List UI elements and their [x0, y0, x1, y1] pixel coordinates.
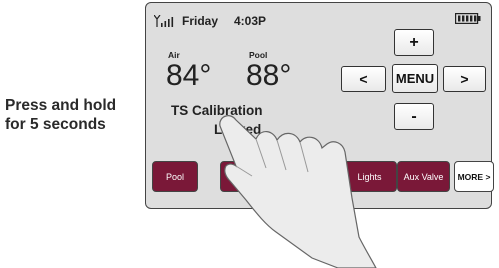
hand-shape: [219, 115, 377, 268]
pointing-hand-icon: [219, 115, 377, 268]
